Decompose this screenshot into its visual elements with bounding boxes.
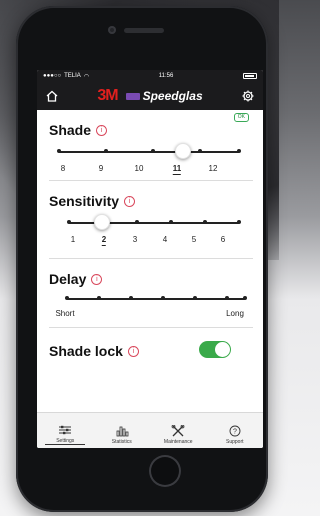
speedglas-mark-icon	[125, 92, 140, 100]
info-icon[interactable]: i	[96, 124, 108, 136]
sensitivity-title: Sensitivity	[49, 193, 120, 209]
carrier-name: TELIA	[64, 73, 81, 79]
shade-label[interactable]: 8	[61, 164, 65, 173]
shade-tick	[151, 149, 155, 153]
sensitivity-title-row: Sensitivity i	[49, 181, 253, 209]
bottom-tab-bar: Settings Statistics Maintenance ? Suppor…	[37, 412, 263, 448]
shade-tick	[57, 149, 61, 153]
toggle-knob	[215, 342, 230, 357]
delay-section: Delay i Short Long	[49, 259, 253, 328]
app-header: 3M Speedglas	[37, 82, 263, 110]
tab-support[interactable]: ? Support	[215, 425, 255, 445]
tab-label: Maintenance	[163, 439, 193, 445]
tab-maintenance[interactable]: Maintenance	[158, 425, 198, 445]
delay-tick	[129, 296, 133, 300]
delay-tick	[97, 296, 101, 300]
sensitivity-tick	[237, 220, 241, 224]
shade-slider[interactable]	[49, 143, 253, 160]
shade-slider-thumb[interactable]	[175, 143, 191, 159]
shade-lock-title: Shade lock	[49, 343, 123, 359]
tab-label: Statistics	[111, 439, 132, 445]
sensitivity-label[interactable]: 5	[192, 235, 196, 244]
delay-tick	[193, 296, 197, 300]
battery-icon	[242, 73, 257, 79]
sensitivity-label-selected[interactable]: 2	[101, 235, 107, 246]
info-icon[interactable]: i	[127, 345, 139, 357]
tools-icon	[171, 425, 185, 437]
shade-tick	[237, 149, 241, 153]
delay-tick	[243, 296, 247, 300]
bar-chart-icon	[116, 426, 129, 437]
brand-logo: 3M Speedglas	[97, 87, 202, 105]
speedglas-wordmark: Speedglas	[142, 89, 203, 103]
shade-label[interactable]: 10	[135, 164, 144, 173]
shade-label[interactable]: 9	[99, 164, 103, 173]
delay-slider[interactable]	[49, 291, 253, 307]
wifi-icon: ◠	[83, 73, 90, 80]
sensitivity-tick	[203, 220, 207, 224]
phone-device: ●●●○○ TELIA ◠ 11:56 3M Speedglas OK Shad…	[16, 6, 268, 512]
status-bar: ●●●○○ TELIA ◠ 11:56	[37, 70, 263, 82]
shade-title-row: Shade i	[49, 110, 253, 138]
sensitivity-label[interactable]: 4	[163, 235, 167, 244]
delay-tick	[65, 296, 69, 300]
sensitivity-tick	[169, 220, 173, 224]
speedglas-logo: Speedglas	[125, 89, 203, 103]
logo-3m: 3M	[97, 87, 118, 104]
svg-text:?: ?	[233, 429, 237, 436]
front-camera	[108, 26, 116, 34]
home-button[interactable]	[149, 455, 181, 487]
shade-label[interactable]: 12	[209, 164, 218, 173]
sensitivity-slider[interactable]	[49, 214, 253, 231]
sensitivity-labels: 1 2 3 4 5 6	[49, 235, 253, 247]
info-icon[interactable]: i	[124, 195, 136, 207]
delay-tick	[225, 296, 229, 300]
delay-title-row: Delay i	[49, 259, 253, 287]
signal-icon: ●●●○○	[43, 73, 62, 79]
earpiece-speaker	[124, 28, 164, 33]
sensitivity-tick	[67, 220, 71, 224]
sliders-icon	[59, 425, 72, 435]
shade-tick	[198, 149, 202, 153]
phone-screen: ●●●○○ TELIA ◠ 11:56 3M Speedglas OK Shad…	[37, 70, 263, 448]
delay-slider-track	[67, 298, 245, 300]
delay-tick	[161, 296, 165, 300]
sensitivity-section: Sensitivity i 1 2 3 4 5 6	[49, 181, 253, 259]
sensitivity-label[interactable]: 6	[221, 235, 225, 244]
delay-min-label: Short	[55, 309, 75, 318]
shade-title: Shade	[49, 122, 92, 138]
shade-label-selected[interactable]: 11	[172, 164, 182, 175]
tab-settings[interactable]: Settings	[45, 424, 86, 445]
shade-labels: 8 9 10 11 12	[49, 164, 253, 176]
sensitivity-slider-thumb[interactable]	[94, 214, 110, 230]
shade-tick	[104, 149, 108, 153]
settings-content: OK Shade i 8 9 10 11 12 Sensitivity i 1 …	[37, 110, 263, 372]
sensitivity-label[interactable]: 3	[133, 235, 137, 244]
shade-section: Shade i 8 9 10 11 12	[49, 110, 253, 181]
sensitivity-label[interactable]: 1	[71, 235, 75, 244]
status-time: 11:56	[158, 73, 174, 79]
tab-label: Support	[225, 439, 244, 445]
shade-lock-toggle[interactable]	[199, 341, 231, 358]
delay-labels: Short Long	[49, 309, 253, 321]
question-icon: ?	[229, 425, 241, 437]
info-icon[interactable]: i	[91, 273, 103, 285]
gear-icon[interactable]	[241, 89, 255, 103]
tab-label: Settings	[56, 438, 75, 444]
delay-title: Delay	[49, 271, 87, 287]
sensitivity-tick	[135, 220, 139, 224]
home-icon[interactable]	[45, 89, 59, 103]
tab-statistics[interactable]: Statistics	[102, 425, 142, 445]
shade-lock-row: Shade lock i	[49, 328, 253, 372]
shade-slider-track	[59, 151, 239, 153]
delay-max-label: Long	[226, 309, 244, 318]
